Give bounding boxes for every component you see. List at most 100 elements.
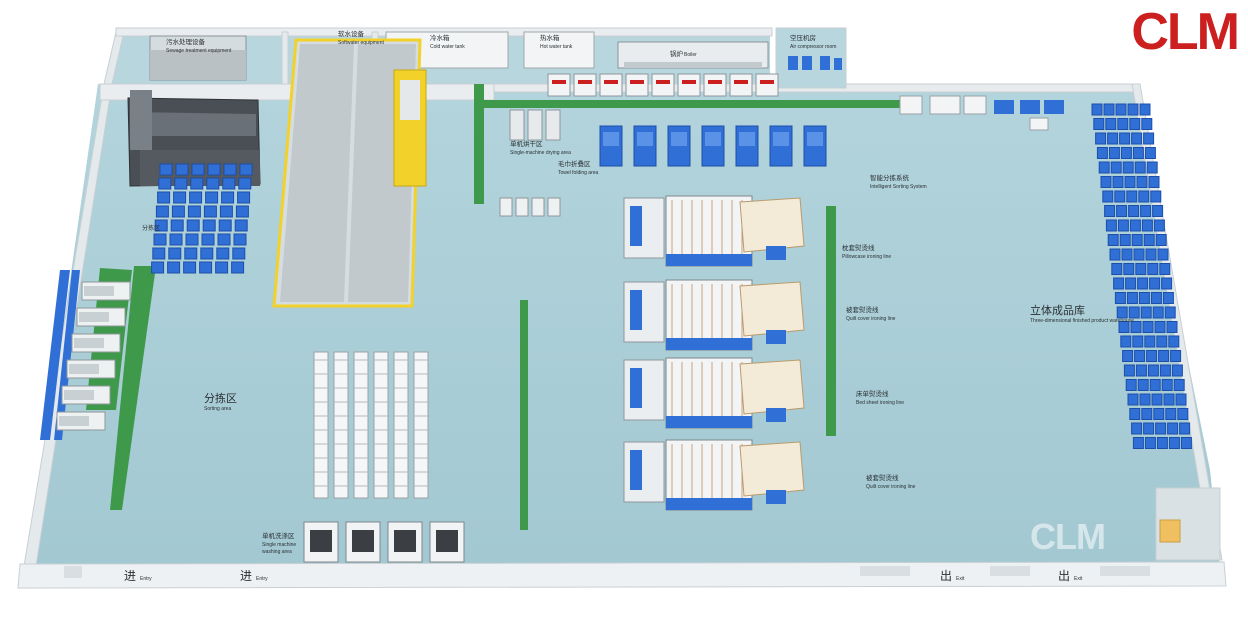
warehouse-bin [1129, 118, 1141, 130]
warehouse-bin [1105, 118, 1117, 130]
warehouse-bin [1147, 364, 1159, 377]
dryer-unit [573, 73, 597, 97]
folder-output [766, 246, 786, 260]
dryer-unit [677, 73, 701, 97]
label-towel-fold-en: Towel folding area [558, 170, 599, 176]
warehouse-bin [1138, 292, 1150, 304]
label-sewage-en: Sewage treatment equipment [166, 48, 232, 54]
rack-bin [217, 233, 231, 246]
dryer-indicator [630, 80, 644, 84]
dryer-indicator [578, 80, 592, 84]
dryer-unit [703, 73, 727, 97]
folder-output [766, 408, 786, 422]
sorting-station-panel [603, 132, 619, 146]
south-wall-door-2 [860, 566, 910, 576]
rack-bin [190, 177, 204, 190]
dryer-unit [547, 73, 571, 97]
clm-watermark: CLM [1030, 516, 1106, 557]
warehouse-bin [1131, 234, 1143, 246]
rack-bin [174, 177, 188, 190]
rack-bin [223, 163, 237, 176]
rack-bin [151, 261, 165, 274]
warehouse-bin [1111, 263, 1123, 275]
warehouse-bin [1108, 147, 1120, 159]
rack-bin [171, 205, 185, 218]
folder [739, 359, 805, 415]
dryer-indicator [734, 80, 748, 84]
warehouse-bin [1115, 103, 1127, 116]
utility-divider-1 [281, 31, 289, 87]
warehouse-bin [1144, 437, 1156, 449]
warehouse-bin [1128, 306, 1140, 319]
feeder-panel [630, 206, 642, 246]
warehouse-bin [1133, 248, 1145, 261]
rack-bin [153, 233, 167, 246]
warehouse-bin [1119, 132, 1131, 145]
warehouse-bin [1128, 205, 1140, 217]
warehouse-bin [1114, 292, 1126, 304]
ironer-base [666, 254, 752, 266]
sorting-station-panel [807, 132, 823, 146]
warehouse-bin [1177, 408, 1189, 420]
label-single-dry-cn: 单机烘干区 [510, 139, 543, 148]
label-exit2-cn: 出 [1058, 569, 1070, 583]
warehouse-bin [1139, 393, 1151, 406]
rack-bin [231, 261, 245, 274]
folding-unit [531, 197, 545, 217]
rack-bin [203, 205, 217, 218]
label-pillow-line-en: Pillowcase ironing line [842, 254, 891, 260]
sorting-station-panel [637, 132, 653, 146]
rack-bin [216, 247, 230, 260]
label-quilt-line1-cn: 被套熨烫线 [846, 305, 879, 314]
rack-bin [175, 163, 189, 176]
label-single-wash-en-2: washing area [262, 549, 292, 555]
warehouse-bin [1179, 422, 1191, 435]
label-hotwater-en: Hot water tank [540, 44, 573, 50]
warehouse-bin [1132, 437, 1144, 449]
folder-output [766, 490, 786, 504]
warehouse-bin [1112, 176, 1124, 188]
warehouse-bin [1157, 248, 1169, 261]
warehouse-bin [1148, 176, 1160, 188]
warehouse-bin [1135, 263, 1147, 275]
warehouse-bin [1122, 161, 1134, 174]
rack-bin [189, 191, 203, 204]
label-entry1-en: Entry [140, 576, 152, 582]
rack-bin [157, 191, 171, 204]
workstation-panel [64, 390, 94, 400]
label-warehouse-en: Three-dimensional finished product wareh… [1030, 318, 1134, 324]
yellow-elevator [393, 69, 427, 187]
rack-bin [206, 177, 220, 190]
sorting-station-panel [671, 132, 687, 146]
folder-output [766, 330, 786, 344]
rack-bin [183, 261, 197, 274]
folding-unit [547, 197, 561, 217]
warehouse-bin [1180, 437, 1192, 449]
folding-unit [499, 197, 513, 217]
washing-machine-door [436, 530, 458, 552]
rack-bin [185, 233, 199, 246]
sorting-stations [599, 125, 827, 167]
warehouse-bin [1117, 118, 1129, 130]
warehouse-bin [1159, 364, 1171, 377]
label-single-wash-cn: 单机洗涤区 [262, 531, 295, 540]
warehouse-bin [1173, 379, 1185, 391]
south-wall-door-1 [64, 566, 82, 578]
warehouse-bin [1144, 147, 1156, 159]
label-entry2-en: Entry [256, 576, 268, 582]
label-coldwater-en: Cold water tank [430, 44, 465, 50]
rack-bin [238, 177, 252, 190]
rack-bin [184, 247, 198, 260]
workstation-panel [74, 338, 104, 348]
warehouse-bin [1143, 422, 1155, 435]
warehouse-bin [1126, 190, 1138, 203]
warehouse-bin [1104, 205, 1116, 217]
warehouse-bin [1132, 335, 1144, 348]
warehouse-bin [1116, 306, 1128, 319]
single-dryer [509, 109, 525, 141]
warehouse-bin [1129, 408, 1141, 420]
label-boiler-cn: 锅炉 [670, 49, 684, 58]
warehouse-bin [1144, 335, 1156, 348]
dryer-indicator [656, 80, 670, 84]
warehouse-bin [1156, 335, 1168, 348]
